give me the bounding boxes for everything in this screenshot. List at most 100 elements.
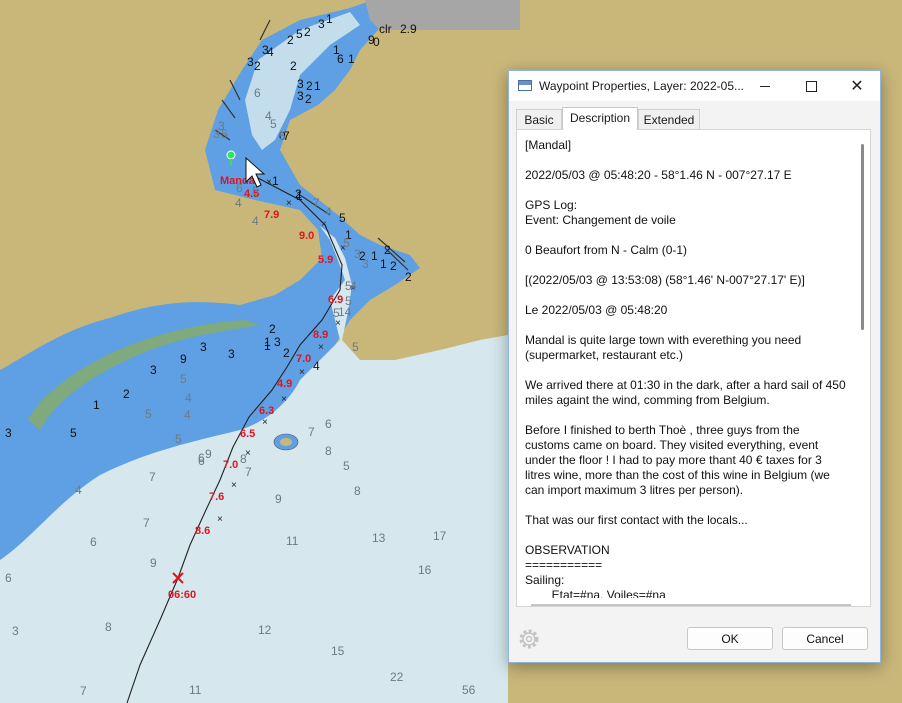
description-panel: [Mandal] 2022/05/03 @ 05:48:20 - 58°1.46 …	[516, 129, 871, 607]
depth-sounding: 9	[180, 352, 187, 366]
description-paragraph: 0 Beaufort from N - Calm (0-1)	[525, 243, 688, 257]
depth-sounding: 5	[345, 279, 352, 293]
tab-description[interactable]: Description	[562, 107, 638, 130]
depth-sounding: 1	[296, 189, 303, 203]
depth-sounding: 6	[325, 417, 332, 431]
depth-sounding: 1	[264, 335, 271, 349]
track-point-marker: ×	[321, 219, 327, 230]
ok-button[interactable]: OK	[687, 627, 773, 650]
depth-sounding: 5	[343, 459, 350, 473]
track-point-marker: ×	[299, 367, 305, 378]
depth-sounding: 7	[308, 425, 315, 439]
depth-sounding: 7	[143, 516, 150, 530]
dialog-titlebar[interactable]: Waypoint Properties, Layer: 2022-05... ✕	[509, 71, 880, 101]
depth-sounding: 9	[368, 33, 375, 47]
depth-sounding: 7	[149, 470, 156, 484]
depth-sounding: 2	[287, 33, 294, 47]
description-paragraph: 2022/05/03 @ 05:48:20 - 58°1.46 N - 007°…	[525, 168, 792, 182]
depth-sounding: 6	[90, 535, 97, 549]
depth-sounding: 3	[5, 426, 12, 440]
track-speed-label: 7.0	[223, 459, 238, 471]
track-speed-label: 7.6	[209, 491, 224, 503]
clr-value: 2.9	[400, 22, 417, 36]
depth-sounding: 1	[348, 52, 355, 66]
depth-sounding: 17	[433, 529, 447, 543]
depth-sounding: 5	[279, 129, 286, 143]
depth-sounding: 15	[331, 644, 345, 658]
track-speed-label: 8.6	[195, 525, 210, 537]
depth-sounding: 2	[269, 322, 276, 336]
depth-sounding: 2	[290, 59, 297, 73]
depth-sounding: 7	[80, 684, 87, 698]
depth-sounding: 11	[286, 534, 299, 548]
depth-sounding: 1	[326, 12, 333, 26]
depth-sounding: 6	[198, 454, 205, 468]
depth-sounding: 5	[352, 340, 359, 354]
depth-sounding: 2	[306, 79, 313, 93]
gear-icon[interactable]	[517, 627, 541, 651]
depth-sounding: 5	[70, 426, 77, 440]
depth-sounding: 9	[205, 447, 212, 461]
description-paragraph: Before I finished to berth Thoè , three …	[525, 423, 834, 497]
description-textbox[interactable]: [Mandal] 2022/05/03 @ 05:48:20 - 58°1.46 …	[525, 138, 847, 598]
depth-sounding: 3	[297, 89, 304, 103]
close-icon: ✕	[850, 78, 864, 95]
description-paragraph: We arrived there at 01:30 in the dark, a…	[525, 378, 846, 407]
depth-sounding: 11	[189, 683, 202, 697]
track-speed-label: 6.3	[259, 405, 274, 417]
maximize-icon	[805, 80, 817, 92]
minimize-icon	[760, 85, 770, 87]
track-speed-label: 7.9	[264, 209, 279, 221]
depth-sounding: 3	[362, 257, 369, 271]
description-paragraph: Le 2022/05/03 @ 05:48:20	[525, 303, 668, 317]
track-speed-label: 9.0	[299, 230, 314, 242]
depth-sounding: 8	[354, 484, 361, 498]
depth-sounding: 5	[343, 236, 350, 250]
depth-sounding: 2	[305, 92, 312, 106]
depth-sounding: 1	[380, 257, 387, 271]
tab-extended[interactable]: Extended	[638, 109, 700, 129]
tab-basic[interactable]: Basic	[516, 109, 562, 129]
track-point-marker: ×	[318, 342, 324, 353]
clr-label: clr	[379, 22, 392, 36]
depth-sounding: 3	[12, 624, 19, 638]
depth-sounding: 5	[296, 27, 303, 41]
vertical-scrollbar[interactable]	[861, 144, 864, 330]
depth-sounding: 12	[258, 623, 272, 637]
track-point-marker: ×	[262, 417, 268, 428]
track-time-label: 06:60	[168, 589, 196, 601]
depth-sounding: 5	[180, 372, 187, 386]
depth-sounding: 8	[240, 452, 247, 466]
depth-sounding: 22	[390, 670, 404, 684]
description-paragraph: Mandal is quite large town with everethi…	[525, 333, 805, 362]
depth-sounding: 3	[354, 247, 361, 261]
close-button[interactable]: ✕	[834, 71, 880, 101]
dialog-title: Waypoint Properties, Layer: 2022-05...	[539, 79, 744, 93]
depth-sounding: 13	[372, 531, 386, 545]
depth-sounding: 56	[462, 683, 476, 697]
track-point-marker: ×	[286, 198, 292, 209]
depth-sounding: 1	[93, 398, 100, 412]
depth-sounding: 14	[338, 305, 352, 319]
depth-sounding: 1	[272, 174, 279, 188]
minimize-button[interactable]	[742, 71, 788, 101]
cancel-button[interactable]: Cancel	[782, 627, 868, 650]
depth-sounding: 5	[175, 432, 182, 446]
track-point-marker: ×	[217, 514, 223, 525]
description-paragraph: GPS Log: Event: Changement de voile	[525, 198, 676, 227]
depth-sounding: 5	[339, 211, 346, 225]
depth-sounding: 3	[274, 335, 281, 349]
description-paragraph: OBSERVATION =========== Sailing: Etat=#n…	[525, 543, 666, 598]
depth-sounding: 3	[228, 347, 235, 361]
maximize-button[interactable]	[788, 71, 834, 101]
horizontal-scrollbar[interactable]	[531, 604, 851, 606]
depth-sounding: 3	[200, 340, 207, 354]
depth-sounding: 3	[318, 17, 325, 31]
window-icon	[518, 80, 532, 91]
depth-sounding: 2	[390, 259, 397, 273]
depth-sounding: 9	[150, 556, 157, 570]
depth-sounding: 7	[313, 196, 320, 210]
depth-sounding: 4	[313, 359, 320, 373]
track-speed-label: 6.5	[240, 428, 255, 440]
depth-sounding: 7	[245, 465, 252, 479]
